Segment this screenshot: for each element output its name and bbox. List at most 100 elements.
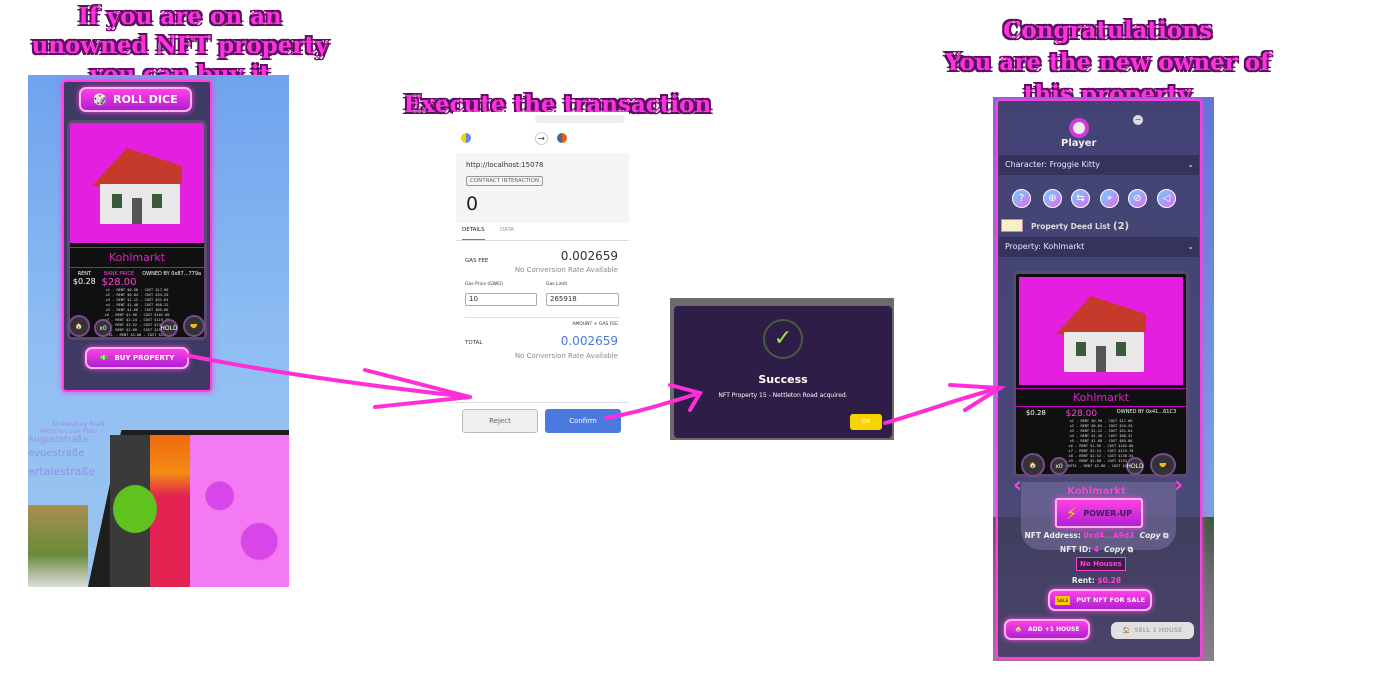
- hide-icon[interactable]: ⊘: [1128, 189, 1147, 208]
- total-value: 0.002659: [560, 334, 618, 348]
- footer-divider: [456, 402, 629, 403]
- contract-avatar-icon: [557, 133, 567, 143]
- nft-address-value: 0xd4...A9d3: [1083, 531, 1135, 540]
- caption-line: unowned NFT property: [31, 32, 329, 59]
- from-account[interactable]: [461, 133, 521, 145]
- nft-id-label: NFT ID:: [1059, 545, 1092, 554]
- nft-address-label: NFT Address:: [1024, 531, 1081, 540]
- sell-house-button[interactable]: 🏠 SELL 1 HOUSE: [1111, 622, 1194, 639]
- board-pink-area: [190, 435, 289, 587]
- house-sell-icon: 🏠: [1122, 627, 1131, 634]
- arrow-success-to-owner: [883, 386, 1002, 425]
- property-select-value: Property: Kohlmarkt: [1005, 242, 1085, 251]
- rent-value: $0.28: [1025, 409, 1046, 417]
- street-label: evuestraße: [28, 448, 85, 459]
- handshake-icon[interactable]: 🤝: [1150, 453, 1176, 477]
- character-select-value: Character: Froggie Kitty: [1005, 160, 1100, 169]
- tab-data[interactable]: DATA: [500, 227, 514, 233]
- frog-character: [113, 485, 157, 533]
- copy-id-button[interactable]: Copy: [1104, 545, 1125, 554]
- property-title: Kohlmarkt: [1067, 486, 1126, 497]
- check-icon: ✓: [763, 319, 803, 359]
- copy-icon[interactable]: ⧉: [1128, 545, 1133, 554]
- chevron-down-icon: ⌄: [1187, 242, 1194, 251]
- card-price-row: $0.28 $28.00 OWNED BY 0x41...61C3: [1016, 409, 1186, 419]
- sale-tag-icon: SALE: [1054, 595, 1071, 605]
- gas-fee-value: 0.002659: [560, 249, 618, 263]
- card-property-name: Kohlmarkt: [70, 247, 204, 268]
- roll-dice-label: ROLL DICE: [113, 93, 178, 106]
- network-pill[interactable]: [535, 115, 625, 123]
- nft-id-value: 4: [1093, 545, 1099, 554]
- copy-address-button[interactable]: Copy: [1140, 531, 1161, 540]
- buy-property-button[interactable]: 💵 BUY PROPERTY: [85, 347, 189, 369]
- nft-id-row: NFT ID: 4 Copy ⧉: [993, 545, 1200, 555]
- character-select[interactable]: Character: Froggie Kitty ⌄: [999, 155, 1199, 175]
- rent-row: Rent: $0.28: [993, 576, 1200, 585]
- handshake-icon[interactable]: 🤝: [183, 315, 205, 337]
- caption-line: You are the new owner of: [944, 49, 1271, 76]
- sell-house-label: SELL 1 HOUSE: [1134, 627, 1183, 634]
- origin-url: http://localhost:15078: [466, 161, 544, 169]
- chevron-down-icon: ⌄: [1187, 160, 1194, 169]
- gas-limit-input[interactable]: 265918: [546, 293, 619, 306]
- power-up-label: POWER-UP: [1083, 508, 1133, 518]
- game-screen-before: Shrewsbury Road Viktoria-Luise-Platz Aug…: [28, 75, 289, 587]
- add-house-button[interactable]: 🏠 ADD +1 HOUSE: [1004, 619, 1090, 640]
- player-avatar-icon[interactable]: [1069, 118, 1089, 138]
- house-add-icon: 🏠: [1014, 626, 1023, 633]
- property-card: Kohlmarkt $0.28 $28.00 OWNED BY 0x41...6…: [1013, 271, 1189, 477]
- street-label: Auguststraße: [28, 435, 89, 445]
- to-account[interactable]: [557, 133, 627, 145]
- deed-list-label: Property Deed List: [1031, 222, 1111, 231]
- caption-line: If you are on an: [78, 3, 282, 30]
- rent-label: Rent:: [1071, 576, 1095, 585]
- put-for-sale-label: PUT NFT FOR SALE: [1076, 596, 1146, 604]
- total-label: TOTAL: [465, 340, 483, 346]
- house-icon[interactable]: 🏠: [68, 315, 90, 337]
- put-for-sale-button[interactable]: SALE PUT NFT FOR SALE: [1048, 589, 1152, 611]
- street-labels: Shrewsbury Road Viktoria-Luise-Platz Aug…: [28, 421, 104, 478]
- gas-price-input[interactable]: 10: [465, 293, 537, 306]
- houses-count: x0: [1050, 457, 1068, 475]
- house-image: [70, 123, 204, 243]
- hold-button[interactable]: HOLD: [160, 319, 178, 337]
- bank-price-value: $28.00: [1065, 409, 1098, 419]
- deed-count: (2): [1113, 221, 1130, 232]
- tab-divider: [456, 240, 629, 241]
- amount-value: 0: [466, 193, 479, 215]
- rent-row: HOTEL - RENT $3.08 - COST $19.40: [102, 333, 172, 337]
- deed-list-header[interactable]: Property Deed List (2): [1031, 221, 1129, 232]
- zoom-in-icon[interactable]: ⊕: [1043, 189, 1062, 208]
- deed-icon: [1001, 219, 1023, 232]
- house-icon[interactable]: 🏠: [1021, 453, 1045, 477]
- arrow-right-icon: →: [535, 132, 548, 145]
- dice-icon: 🎲: [93, 93, 108, 106]
- copy-icon[interactable]: ⧉: [1163, 531, 1168, 540]
- property-select[interactable]: Property: Kohlmarkt ⌄: [999, 237, 1199, 257]
- hold-button[interactable]: HOLD: [1126, 457, 1144, 475]
- caption-line: Congratulations: [1003, 17, 1212, 44]
- village-scene: [28, 505, 88, 587]
- amount-gas-label: AMOUNT + GAS FEE: [572, 322, 618, 327]
- ok-button[interactable]: OK: [850, 414, 882, 430]
- gas-price-label: Gas Price (GWEI): [465, 282, 504, 287]
- money-icon: 💵: [99, 354, 109, 362]
- rent-value: $0.28: [72, 277, 96, 286]
- target-icon[interactable]: ⌖: [1100, 189, 1119, 208]
- success-title: Success: [758, 373, 808, 386]
- help-icon[interactable]: ?: [1012, 189, 1031, 208]
- tab-details[interactable]: DETAILS: [462, 227, 485, 240]
- success-dialog-screenshot: ✓ Success NFT Property 15 - Nettleton Ro…: [670, 298, 894, 440]
- minimize-icon[interactable]: −: [1133, 115, 1143, 125]
- power-up-button[interactable]: ⚡ POWER-UP: [1055, 498, 1143, 528]
- confirm-button[interactable]: Confirm: [545, 409, 621, 433]
- sound-icon[interactable]: ◁: [1157, 189, 1176, 208]
- roll-dice-button[interactable]: 🎲 ROLL DICE: [79, 87, 192, 112]
- house-image: [1019, 277, 1183, 385]
- gas-fee-label: GAS FEE: [465, 258, 489, 264]
- street-label: Shrewsbury Road: [52, 421, 105, 428]
- nft-address-row: NFT Address: 0xd4...A9d3 Copy ⧉: [993, 531, 1200, 541]
- reject-button[interactable]: Reject: [462, 409, 538, 433]
- swap-icon[interactable]: ⇆: [1071, 189, 1090, 208]
